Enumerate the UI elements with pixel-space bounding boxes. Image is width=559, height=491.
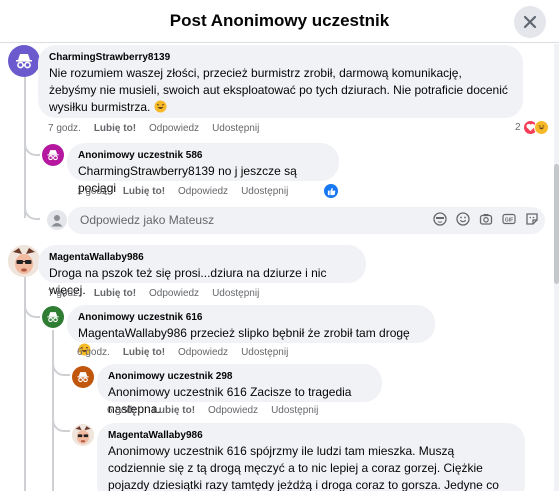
user-icon <box>51 215 63 227</box>
comment-text: Anonimowy uczestnik 616 spójrzmy ile lud… <box>108 444 499 491</box>
scrollbar-track[interactable] <box>554 44 559 491</box>
reply-button[interactable]: Odpowiedz <box>178 186 228 197</box>
comment-author[interactable]: MagentaWallaby986 <box>49 251 355 265</box>
reply-button[interactable]: Odpowiedz <box>178 347 228 358</box>
like-button[interactable]: Lubię to! <box>153 405 195 416</box>
like-button[interactable]: Lubię to! <box>123 347 165 358</box>
comment-actions: 1 godz. Lubię to! Odpowiedz Udostępnij <box>77 186 301 197</box>
comment-author[interactable]: Anonimowy uczestnik 586 <box>78 149 328 163</box>
comment-text: Nie rozumiem waszej złości, przecież bur… <box>49 66 508 114</box>
comment-author[interactable]: Anonimowy uczestnik 616 <box>78 311 424 325</box>
close-button[interactable] <box>514 6 546 38</box>
profile-avatar[interactable] <box>8 245 40 277</box>
comment-bubble: MagentaWallaby986 Droga na pszok też się… <box>38 245 366 297</box>
share-button[interactable]: Udostępnij <box>212 123 259 134</box>
anonymous-avatar[interactable] <box>72 366 94 388</box>
comment-actions: 6 godz. Lubię to! Odpowiedz Udostępnij <box>107 405 331 416</box>
comment-actions: 7 godz. Lubię to! Odpowiedz Udostępnij <box>48 123 272 134</box>
scrollbar-thumb[interactable] <box>554 164 559 284</box>
like-button[interactable]: Lubię to! <box>94 123 136 134</box>
like-button[interactable]: Lubię to! <box>123 186 165 197</box>
dialog-title: Post Anonimowy uczestnik <box>169 11 390 30</box>
reaction-count: 2 <box>515 122 521 133</box>
comment-author[interactable]: MagentaWallaby986 <box>108 429 514 443</box>
reply-button[interactable]: Odpowiedz <box>149 288 199 299</box>
comment-bubble: Anonimowy uczestnik 586 CharmingStrawber… <box>67 143 339 195</box>
reaction-summary[interactable]: 2 <box>515 120 549 135</box>
thread-connector <box>52 418 70 432</box>
anonymous-avatar[interactable] <box>42 144 64 166</box>
like-reaction-icon[interactable] <box>323 183 339 199</box>
comment-actions: 7 godz. Lubię to! Odpowiedz Udostępnij <box>48 288 272 299</box>
share-button[interactable]: Udostępnij <box>241 347 288 358</box>
emoji-icon[interactable] <box>456 212 470 226</box>
haha-reaction-icon <box>533 120 549 135</box>
incognito-icon <box>47 150 59 161</box>
share-button[interactable]: Udostępnij <box>271 405 318 416</box>
comment-timestamp[interactable]: 6 godz. <box>77 347 110 358</box>
reply-input[interactable]: Odpowiedz jako Mateusz GIF <box>68 207 545 234</box>
comment-bubble: MagentaWallaby986 Anonimowy uczestnik 61… <box>97 423 525 491</box>
comment-author[interactable]: CharmingStrawberry8139 <box>49 51 512 65</box>
profile-avatar[interactable] <box>72 424 94 446</box>
comment-timestamp[interactable]: 7 godz. <box>48 123 81 134</box>
like-button[interactable]: Lubię to! <box>94 288 136 299</box>
share-button[interactable]: Udostępnij <box>241 186 288 197</box>
incognito-icon <box>16 54 32 69</box>
dialog-header: Post Anonimowy uczestnik <box>0 0 559 43</box>
comment-timestamp[interactable]: 1 godz. <box>77 186 110 197</box>
gif-icon[interactable]: GIF <box>502 212 516 226</box>
thread-line <box>52 330 54 491</box>
thread-connector <box>52 362 70 376</box>
thread-connector <box>24 140 40 156</box>
comment-timestamp[interactable]: 7 godz. <box>48 288 81 299</box>
comment-bubble: Anonimowy uczestnik 616 MagentaWallaby98… <box>67 305 435 356</box>
camera-icon[interactable] <box>479 212 493 226</box>
reply-toolbar: GIF <box>433 212 539 226</box>
laughing-emoji-icon <box>154 100 167 113</box>
reply-placeholder: Odpowiedz jako Mateusz <box>80 213 215 227</box>
anonymous-avatar[interactable] <box>42 306 64 328</box>
svg-text:GIF: GIF <box>505 218 513 224</box>
comment-actions: 6 godz. Lubię to! Odpowiedz Udostępnij <box>77 347 301 358</box>
close-icon <box>523 15 537 29</box>
incognito-icon <box>77 372 89 383</box>
avatar-sticker-icon[interactable] <box>433 212 447 226</box>
share-button[interactable]: Udostępnij <box>212 288 259 299</box>
sticker-icon[interactable] <box>525 212 539 226</box>
cartoon-face-icon <box>8 245 40 277</box>
comment-author[interactable]: Anonimowy uczestnik 298 <box>108 370 371 384</box>
comment-timestamp[interactable]: 6 godz. <box>107 405 140 416</box>
thread-connector <box>24 200 40 220</box>
reply-button[interactable]: Odpowiedz <box>149 123 199 134</box>
comment-bubble: Anonimowy uczestnik 298 Anonimowy uczest… <box>97 364 382 416</box>
anonymous-avatar[interactable] <box>8 45 40 77</box>
incognito-icon <box>47 312 59 323</box>
reply-button[interactable]: Odpowiedz <box>208 405 258 416</box>
thread-connector <box>24 302 40 318</box>
comment-bubble: CharmingStrawberry8139 Nie rozumiem wasz… <box>38 45 523 118</box>
user-avatar[interactable] <box>47 210 67 230</box>
cartoon-face-icon <box>72 424 94 446</box>
